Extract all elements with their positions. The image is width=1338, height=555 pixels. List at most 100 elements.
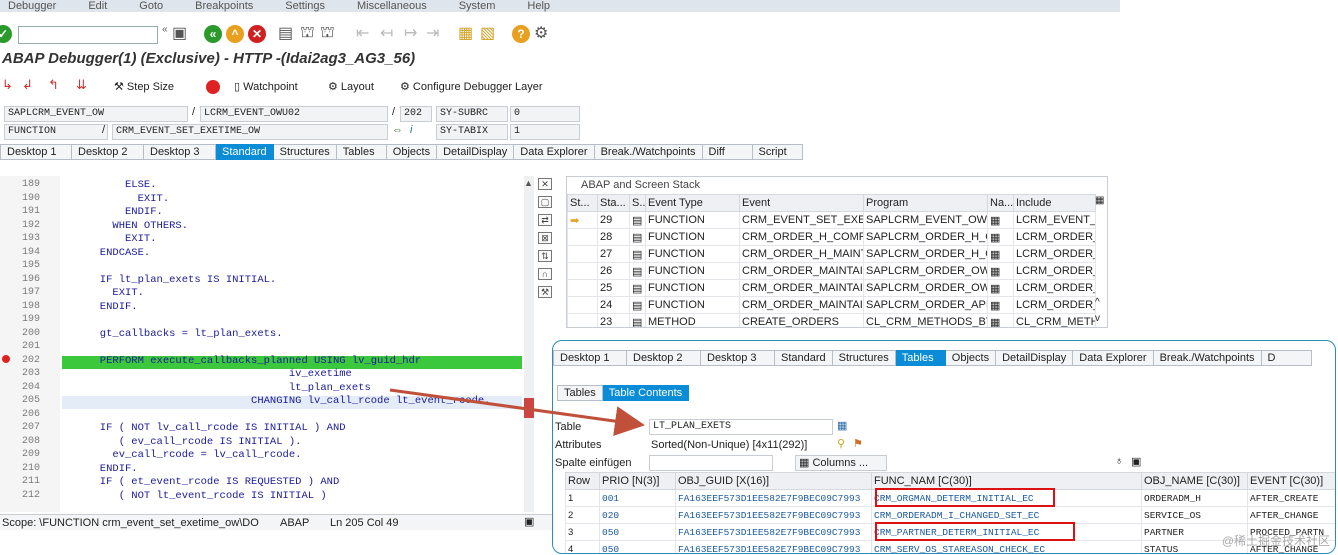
table-settings-icon[interactable]: ▦	[1095, 195, 1104, 206]
new-icon[interactable]: ▢	[538, 196, 552, 208]
tab-item[interactable]: DetailDisplay	[437, 144, 515, 160]
menu-item[interactable]: Settings	[285, 1, 325, 12]
single-step-icon[interactable]: ↳	[2, 77, 13, 93]
column-header[interactable]: Event	[739, 194, 864, 212]
column-header[interactable]: Row	[565, 472, 600, 490]
close-icon[interactable]: ✕	[538, 178, 552, 190]
tab-item[interactable]: Desktop 1	[553, 350, 627, 366]
watchpoint-button[interactable]: ▯ Watchpoint	[234, 80, 298, 93]
tab-item[interactable]: Standard	[216, 144, 274, 160]
configure-layer-button[interactable]: ⚙ Configure Debugger Layer	[400, 80, 543, 93]
help-icon[interactable]: ?	[512, 25, 530, 43]
table-settings-icon[interactable]: ▦	[837, 419, 847, 432]
nav-icon[interactable]: ▦	[990, 249, 1000, 261]
code-editor[interactable]: 189 ELSE. 190 EXIT. 191 ENDIF. 192 WHEN OTH…	[0, 176, 536, 512]
command-field[interactable]	[18, 26, 158, 44]
tab-item[interactable]: Structures	[273, 144, 337, 160]
wand-icon[interactable]: ⚲	[837, 437, 845, 450]
table-row[interactable]: 23▤METHODCREATE_ORDERSCL_CRM_METHODS_BTI…	[567, 313, 1096, 328]
source-icon[interactable]: ▤	[632, 249, 642, 261]
tab-item[interactable]: Standard	[775, 350, 833, 366]
prev-page-icon[interactable]: ↤	[380, 23, 393, 43]
info-icon[interactable]: i	[410, 124, 412, 136]
source-icon[interactable]: ▤	[632, 266, 642, 278]
tab-item[interactable]: DetailDisplay	[996, 350, 1074, 366]
source-icon[interactable]: ▤	[632, 215, 642, 227]
nav-icon[interactable]: ▦	[990, 317, 1000, 328]
column-header[interactable]: EVENT [C(30)]	[1247, 472, 1335, 490]
menu-item[interactable]: Edit	[88, 1, 107, 12]
editor-scrollbar[interactable]	[524, 176, 534, 512]
tab-item[interactable]: D	[1261, 350, 1312, 366]
source-icon[interactable]: ▤	[632, 283, 642, 295]
column-header[interactable]: Event Type	[645, 194, 740, 212]
filter-icon[interactable]: ⚑	[853, 437, 863, 450]
column-header[interactable]: PRIO [N(3)]	[599, 472, 676, 490]
tab-item[interactable]: Desktop 2	[627, 350, 701, 366]
menu-item[interactable]: Goto	[139, 1, 163, 12]
new-session-icon[interactable]: ▦	[458, 23, 473, 43]
cancel-icon[interactable]: ✕	[248, 25, 266, 43]
source-icon[interactable]: ▤	[632, 317, 642, 328]
column-header[interactable]: St...	[567, 194, 598, 212]
tab-item[interactable]: Script	[752, 144, 803, 160]
find-icon[interactable]: ⛫	[300, 23, 315, 43]
swap-icon[interactable]: ⇅	[538, 250, 552, 262]
tab-item[interactable]: Diff	[702, 144, 753, 160]
chevron-down-icon[interactable]: «	[162, 24, 168, 35]
exit-icon[interactable]: ^	[226, 25, 244, 43]
column-header[interactable]: OBJ_NAME [C(30)]	[1141, 472, 1248, 490]
last-page-icon[interactable]: ⇥	[426, 23, 439, 43]
columns-dropdown[interactable]: ▦ Columns ...	[795, 455, 887, 471]
back-icon[interactable]: «	[204, 25, 222, 43]
save-icon[interactable]: ▣	[172, 23, 187, 43]
first-page-icon[interactable]: ⇤	[356, 23, 369, 43]
tab-item[interactable]: Structures	[832, 350, 896, 366]
table-row[interactable]: 24 ▤ FUNCTION CRM_ORDER_MAINTAIN SAPLCRM_ORD…	[567, 296, 1096, 314]
column-header[interactable]: S...	[629, 194, 646, 212]
tab-item[interactable]: Desktop 1	[0, 144, 72, 160]
save-icon[interactable]: ▣	[1131, 455, 1141, 468]
scroll-up-icon[interactable]: ^	[1095, 297, 1100, 308]
insert-column-input[interactable]	[649, 455, 773, 471]
table-row[interactable]: 28▤FUNCTIONCRM_ORDER_H_COMPLE...SAPLCRM_…	[567, 228, 1096, 246]
return-icon[interactable]: ↰	[48, 77, 59, 93]
table-row[interactable]: 26▤FUNCTIONCRM_ORDER_MAINTAIN...SAPLCRM_…	[567, 262, 1096, 280]
tab-item[interactable]: Break./Watchpoints	[1153, 350, 1262, 366]
tab-item[interactable]: Tables	[336, 144, 387, 160]
menu-item[interactable]: System	[459, 1, 496, 12]
scroll-down-icon[interactable]: v	[1095, 313, 1100, 324]
menu-item[interactable]: Breakpoints	[195, 1, 253, 12]
table-row[interactable]: 2 020 FA163EEF573D1EE582E7F9BEC09C7993 CRM_…	[565, 506, 1335, 524]
menu-item[interactable]: Miscellaneous	[357, 1, 427, 12]
replace-icon[interactable]: ⇄	[538, 214, 552, 226]
service-icon[interactable]: ∩	[538, 268, 552, 280]
shortcut-icon[interactable]: ▧	[480, 23, 495, 43]
step-size-button[interactable]: ⚒ Step Size	[114, 80, 174, 93]
clear-icon[interactable]: ♁	[1115, 455, 1123, 467]
enter-icon[interactable]: ✓	[0, 25, 12, 43]
menu-item[interactable]: Debugger	[8, 1, 56, 12]
column-header[interactable]: Include	[1013, 194, 1096, 212]
remove-icon[interactable]: ⊠	[538, 232, 552, 244]
nav-icon[interactable]: ▦	[990, 283, 1000, 295]
table-row[interactable]: ➡ 29▤FUNCTIONCRM_EVENT_SET_EXETI...SAPLCR…	[567, 211, 1096, 229]
subtab-item[interactable]: Tables	[557, 385, 603, 401]
tab-item[interactable]: Objects	[386, 144, 438, 160]
table-name-input[interactable]: LT_PLAN_EXETS	[649, 419, 833, 435]
table-row[interactable]: 4 050 FA163EEF573D1EE582E7F9BEC09C7993 CRM_…	[565, 540, 1335, 553]
tab-item[interactable]: Data Explorer	[514, 144, 595, 160]
nav-icon[interactable]: ▦	[990, 300, 1000, 312]
tab-item[interactable]: Data Explorer	[1073, 350, 1154, 366]
print-icon[interactable]: ▤	[278, 23, 293, 43]
nav-icon[interactable]: ▦	[990, 232, 1000, 244]
execute-icon[interactable]: ↲	[22, 77, 33, 93]
continue-icon[interactable]: ⇊	[76, 77, 87, 93]
column-header[interactable]: Na...	[987, 194, 1014, 212]
scroll-up-icon[interactable]: ▲	[524, 178, 533, 188]
nav-icon[interactable]: ▦	[990, 215, 1000, 227]
find-next-icon[interactable]: ⛫	[320, 23, 335, 43]
stop-icon[interactable]	[206, 80, 220, 97]
table-row[interactable]: 25▤FUNCTIONCRM_ORDER_MAINTAIN...SAPLCRM_…	[567, 279, 1096, 297]
column-header[interactable]: Sta...	[597, 194, 630, 212]
